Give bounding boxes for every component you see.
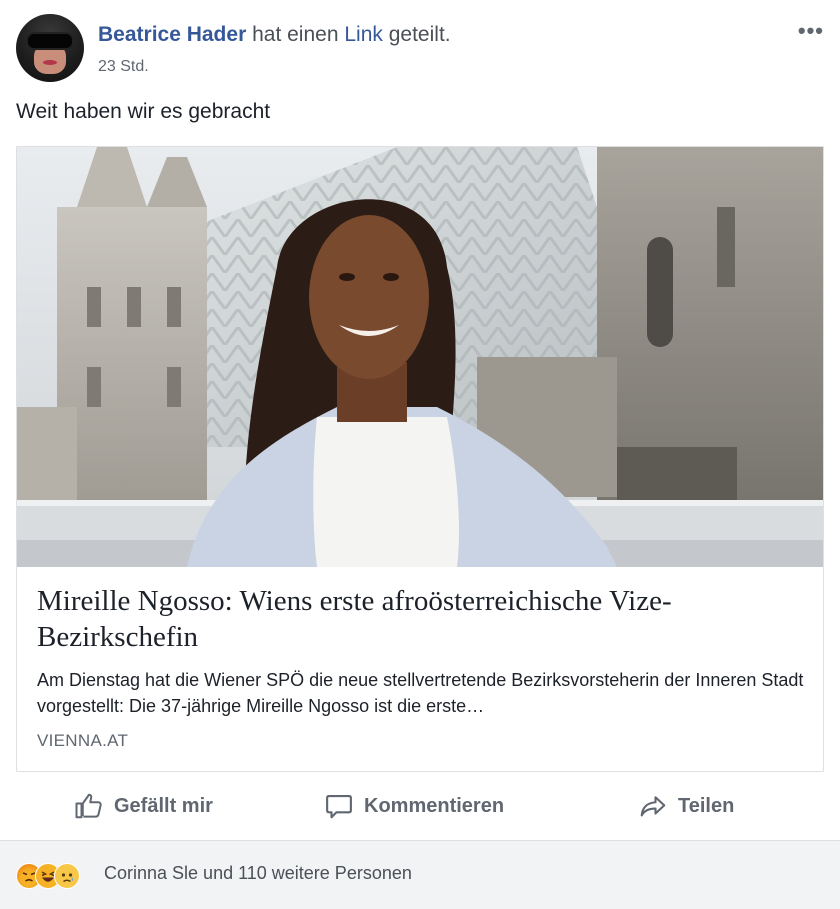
link-preview-card[interactable]: Mireille Ngosso: Wiens erste afroösterre… xyxy=(16,146,824,772)
reactions-summary-bar: Corinna Sle und 110 weitere Personen xyxy=(0,840,840,909)
post-header: Beatrice Hader hat einen Link geteilt. 2… xyxy=(16,14,824,86)
action-text-post: geteilt. xyxy=(388,23,451,46)
author-name[interactable]: Beatrice Hader xyxy=(98,23,246,46)
link-preview-title[interactable]: Mireille Ngosso: Wiens erste afroösterre… xyxy=(37,583,807,655)
thumbs-up-icon xyxy=(75,793,102,819)
shared-link-word[interactable]: Link xyxy=(344,23,383,46)
avatar-lips xyxy=(43,60,57,65)
comment-label: Kommentieren xyxy=(364,794,505,817)
comment-button[interactable]: Kommentieren xyxy=(324,786,504,826)
sad-reaction-icon xyxy=(54,863,80,889)
comment-bubble-icon xyxy=(326,794,352,819)
link-preview-domain: VIENNA.AT xyxy=(37,731,129,750)
share-button[interactable]: Teilen xyxy=(638,786,734,826)
avatar-sunglasses xyxy=(28,34,72,48)
author-avatar[interactable] xyxy=(16,14,84,82)
post-headline: Beatrice Hader hat einen Link geteilt. xyxy=(98,23,451,47)
post-timestamp[interactable]: 23 Std. xyxy=(98,58,149,76)
link-preview-image[interactable] xyxy=(17,147,823,567)
like-button[interactable]: Gefällt mir xyxy=(74,786,213,826)
avatar-face xyxy=(34,44,66,74)
reactions-summary-text[interactable]: Corinna Sle und 110 weitere Personen xyxy=(104,863,412,884)
post-action-bar: Gefällt mir Kommentieren Teilen xyxy=(16,780,824,832)
action-text-pre: hat einen xyxy=(252,23,339,46)
share-label: Teilen xyxy=(678,794,735,817)
share-arrow-icon xyxy=(640,796,666,817)
post-text: Weit haben wir es gebracht xyxy=(16,100,271,123)
like-label: Gefällt mir xyxy=(114,794,213,817)
link-preview-description: Am Dienstag hat die Wiener SPÖ die neue … xyxy=(37,670,804,716)
link-preview-body: Mireille Ngosso: Wiens erste afroösterre… xyxy=(37,583,807,751)
cathedral-portrait-photo xyxy=(17,147,823,567)
more-options-icon[interactable]: ••• xyxy=(798,18,824,44)
